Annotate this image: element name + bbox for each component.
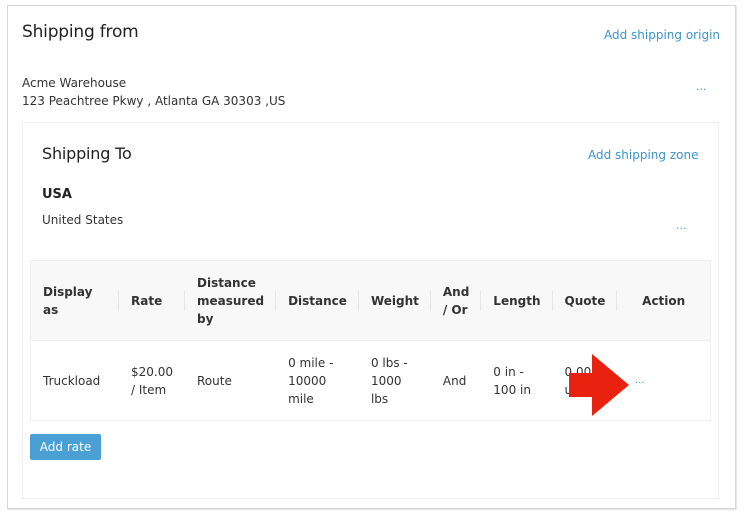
column-header-length: Length xyxy=(481,261,553,341)
add-rate-button[interactable]: Add rate xyxy=(30,434,101,460)
shipping-to-title: Shipping To xyxy=(42,144,132,163)
cell-display-as: Truckload xyxy=(43,373,101,388)
origin-name: Acme Warehouse xyxy=(22,76,127,90)
table-header-row: Display as Rate Distance measured by Dis… xyxy=(30,260,711,341)
origin-address: 123 Peachtree Pkwy , Atlanta GA 30303 ,U… xyxy=(22,94,286,108)
cell-length: 0 in - 100 in xyxy=(493,364,531,397)
cell-and-or: And xyxy=(442,373,467,388)
cell-weight: 0 lbs - 1000 lbs xyxy=(370,355,408,406)
zone-name: USA xyxy=(42,187,72,202)
column-header-action: Action xyxy=(642,293,686,308)
column-header-weight: Weight xyxy=(359,261,431,341)
origin-more-options-icon[interactable]: ... xyxy=(696,80,707,93)
zone-country: United States xyxy=(42,213,124,227)
column-header-quote: Quote xyxy=(553,261,618,341)
cell-distance-measured-by: Route xyxy=(197,373,232,388)
column-header-and-or: And / Or xyxy=(431,261,482,341)
column-header-distance: Distance xyxy=(276,261,359,341)
column-header-display-as: Display as xyxy=(31,261,120,341)
shipping-from-title: Shipping from xyxy=(22,22,139,42)
rate-more-options-icon[interactable]: ... xyxy=(635,375,645,386)
column-header-distance-measured-by: Distance measured by xyxy=(185,261,277,341)
cell-rate: $20.00 / Item xyxy=(131,364,173,397)
add-shipping-origin-link[interactable]: Add shipping origin xyxy=(604,28,720,42)
red-arrow-annotation-icon xyxy=(569,354,629,416)
add-shipping-zone-link[interactable]: Add shipping zone xyxy=(588,148,698,162)
cell-action xyxy=(617,341,710,421)
column-header-rate: Rate xyxy=(119,261,185,341)
cell-distance: 0 mile - 10000 mile xyxy=(288,355,334,406)
zone-more-options-icon[interactable]: ... xyxy=(676,219,687,232)
